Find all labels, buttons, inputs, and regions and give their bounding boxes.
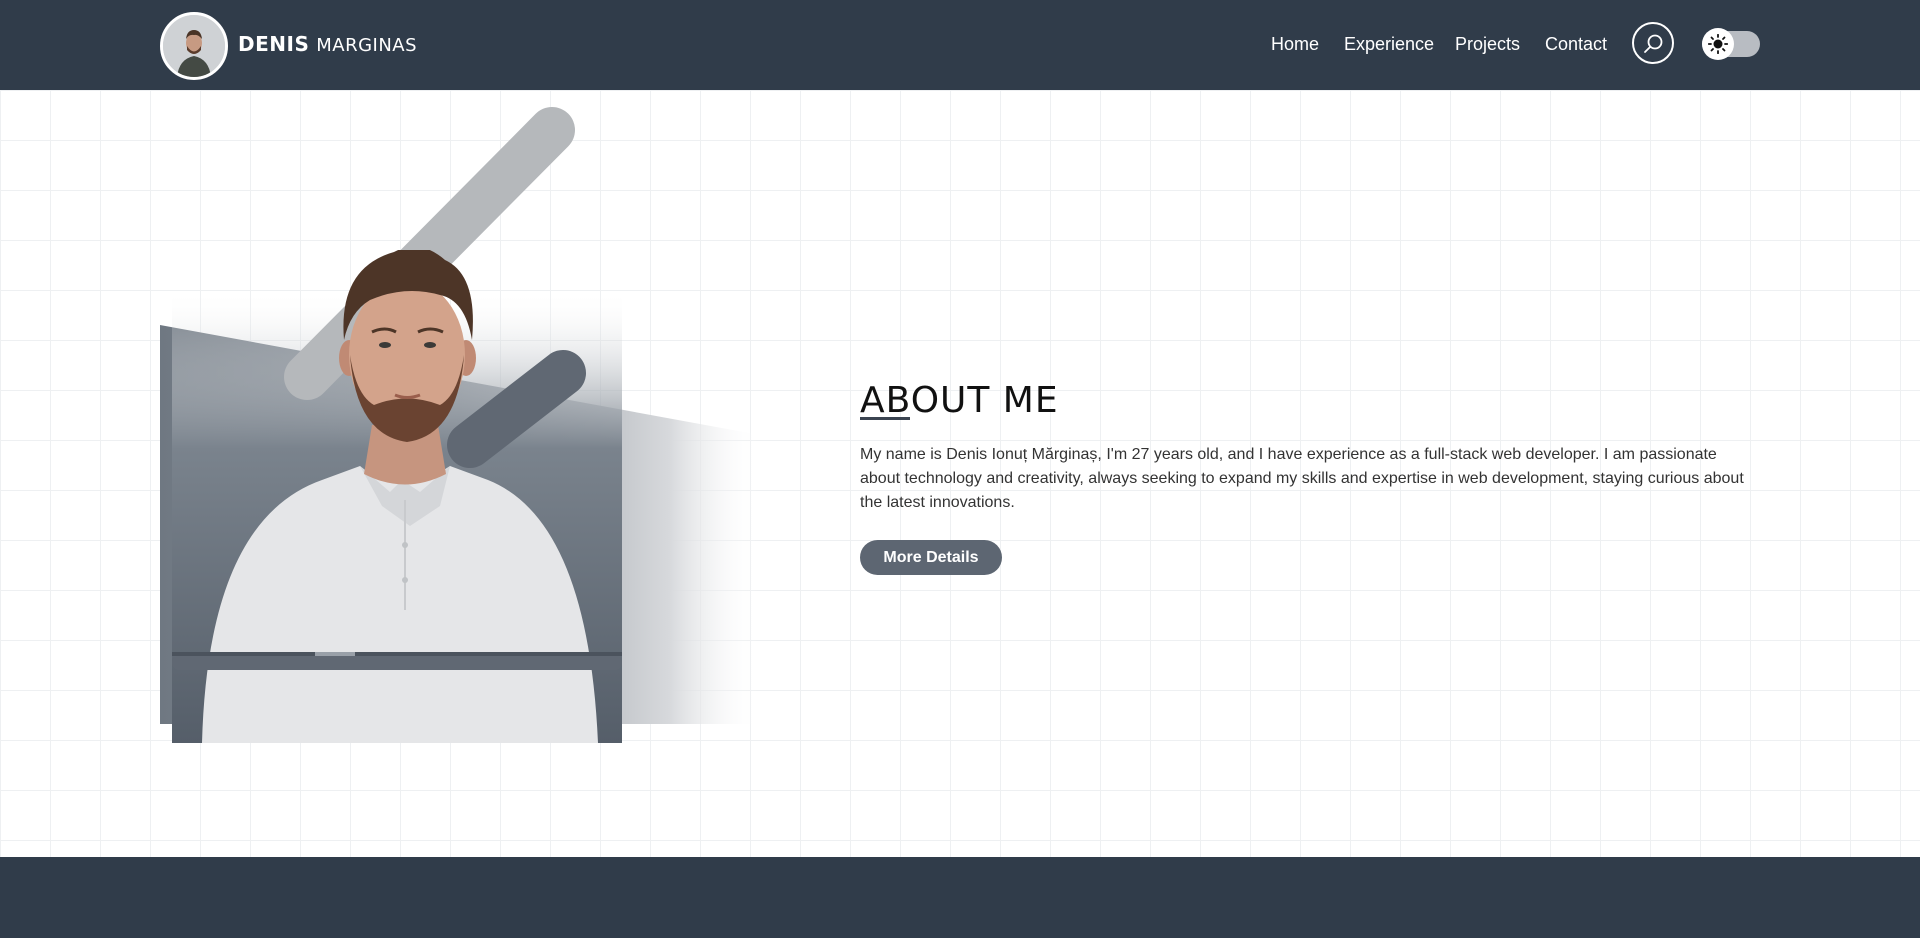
site-logo[interactable]: DENIS MARGINAS	[238, 32, 417, 56]
nav-contact[interactable]: Contact	[1545, 34, 1607, 55]
main-section: ABOUT ME My name is Denis Ionuț Mărginaș…	[0, 90, 1920, 857]
logo-last-name: MARGINAS	[316, 35, 418, 56]
logo-first-name: DENIS	[238, 32, 310, 56]
title-underline	[860, 417, 910, 420]
sun-icon	[1708, 34, 1728, 54]
search-button[interactable]	[1632, 22, 1674, 64]
about-title: ABOUT ME	[860, 380, 1059, 421]
footer	[0, 857, 1920, 938]
nav-experience[interactable]: Experience	[1344, 34, 1434, 55]
more-details-button[interactable]: More Details	[860, 540, 1002, 575]
top-navbar: DENIS MARGINAS Home Experience Projects …	[0, 0, 1920, 90]
nav-projects[interactable]: Projects	[1455, 34, 1520, 55]
theme-toggle[interactable]	[1702, 28, 1760, 60]
search-icon	[1644, 34, 1663, 53]
toggle-knob	[1702, 28, 1734, 60]
laptop-base	[172, 656, 622, 670]
about-description: My name is Denis Ionuț Mărginaș, I'm 27 …	[860, 446, 1744, 511]
nav-home[interactable]: Home	[1271, 34, 1319, 55]
logo-avatar[interactable]	[160, 12, 228, 80]
laptop-notch	[315, 652, 355, 656]
avatar-person-icon	[163, 15, 225, 77]
laptop-screen-base	[172, 652, 622, 656]
